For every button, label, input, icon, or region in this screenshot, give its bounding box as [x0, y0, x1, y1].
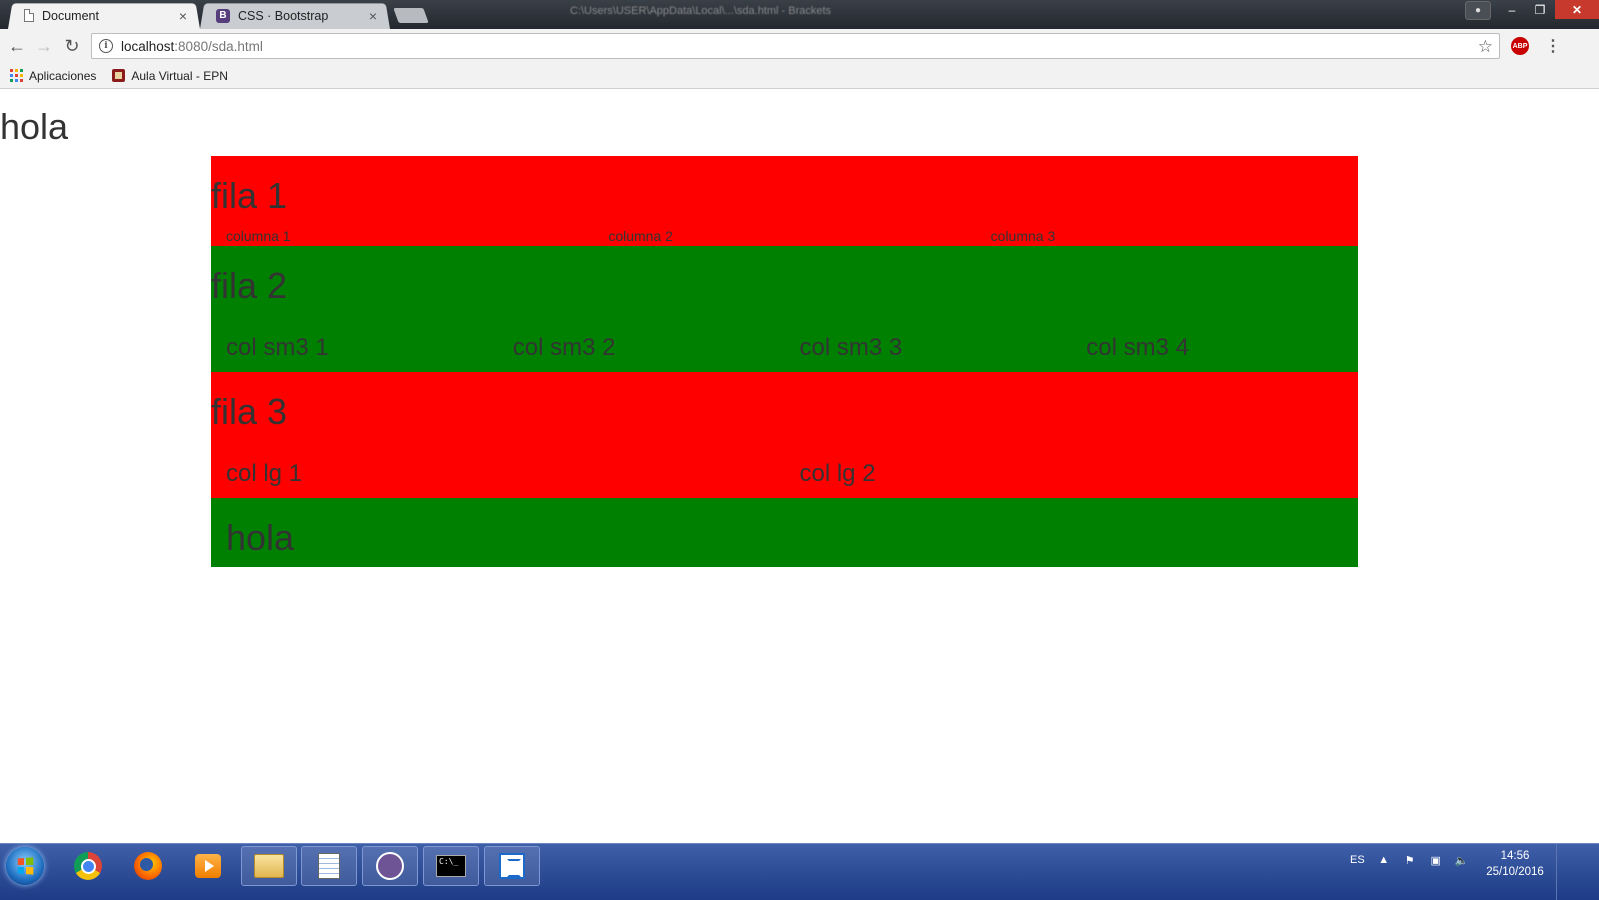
tab-css-bootstrap[interactable]: B CSS · Bootstrap × — [200, 2, 390, 30]
clock-date: 25/10/2016 — [1486, 866, 1544, 878]
row-title: fila 3 — [211, 390, 288, 432]
volume-muted-icon[interactable]: 🔈 — [1455, 854, 1469, 867]
file-explorer-icon — [254, 854, 284, 878]
network-icon[interactable]: ▣ — [1429, 854, 1443, 867]
column-cell: col sm3 3 — [799, 334, 903, 362]
column-cell: columna 1 — [226, 227, 291, 244]
page-viewport: hola fila 1 columna 1 columna 2 columna … — [0, 89, 1599, 840]
bookmark-aplicaciones[interactable]: Aplicaciones — [10, 69, 96, 83]
menu-icon[interactable]: ⋮ — [1545, 36, 1561, 56]
taskbar-chrome[interactable] — [60, 846, 116, 886]
apps-icon — [10, 69, 23, 82]
epn-icon — [112, 69, 126, 82]
taskbar-notepad[interactable] — [301, 846, 357, 886]
windows-taskbar: C:\_ ES ▲ ⚑ ▣ 🔈 14:56 25/10/2016 — [0, 843, 1599, 900]
taskbar-brackets[interactable] — [484, 846, 540, 886]
bookmarks-bar: Aplicaciones Aula Virtual - EPN — [0, 63, 1599, 89]
column-cell: col lg 2 — [799, 460, 876, 488]
taskbar-firefox[interactable] — [120, 846, 176, 886]
bootstrap-container: fila 1 columna 1 columna 2 columna 3 fil… — [211, 156, 1358, 568]
bookmark-aula-virtual[interactable]: Aula Virtual - EPN — [112, 69, 228, 83]
show-hidden-icons-icon[interactable]: ▲ — [1377, 854, 1391, 866]
windows-logo-icon — [17, 857, 34, 875]
tab-close-icon[interactable]: × — [176, 8, 190, 24]
page-icon — [24, 9, 34, 22]
minimize-button[interactable]: – — [1499, 0, 1525, 19]
bookmark-star-icon[interactable]: ☆ — [1478, 37, 1493, 57]
clock[interactable]: 14:56 25/10/2016 — [1482, 848, 1548, 880]
row-fila-2: fila 2 col sm3 1 col sm3 2 col sm3 3 col… — [211, 245, 1358, 372]
taskbar-github[interactable] — [362, 846, 418, 886]
taskbar-file-explorer[interactable] — [241, 846, 297, 886]
row-title: fila 1 — [211, 175, 288, 216]
forward-button[interactable]: → — [34, 36, 54, 56]
row-hola: hola — [211, 497, 1358, 568]
chrome-icon — [74, 852, 102, 880]
column-cell: col sm3 2 — [512, 334, 616, 362]
row-fila-3: fila 3 col lg 1 col lg 2 — [211, 371, 1358, 498]
close-button[interactable]: ✕ — [1555, 0, 1599, 19]
bookmark-label: Aplicaciones — [29, 68, 97, 83]
profile-icon[interactable]: ● — [1465, 1, 1491, 20]
info-icon[interactable]: i — [99, 39, 113, 53]
show-desktop-button[interactable] — [1556, 844, 1599, 900]
column-cell: columna 2 — [608, 227, 673, 244]
restore-button[interactable]: ❐ — [1527, 0, 1553, 19]
window-titlebar: Document × B CSS · Bootstrap × C:\Users\… — [0, 0, 1599, 30]
start-button[interactable] — [6, 847, 44, 885]
reload-button[interactable]: ↻ — [62, 36, 82, 56]
column-cell: hola — [226, 516, 295, 558]
cmd-icon: C:\_ — [436, 855, 466, 877]
notepad-icon — [318, 853, 340, 879]
tab-document[interactable]: Document × — [8, 2, 200, 30]
github-icon — [376, 852, 404, 880]
tab-label: Document — [42, 8, 99, 23]
bootstrap-icon: B — [216, 8, 230, 23]
address-bar[interactable]: i localhost:8080/sda.html ☆ — [91, 33, 1500, 59]
adblock-icon[interactable]: ABP — [1511, 37, 1529, 55]
row-title: fila 2 — [211, 264, 288, 306]
row-fila-1: fila 1 columna 1 columna 2 columna 3 — [211, 156, 1358, 246]
new-tab-button[interactable] — [393, 8, 429, 23]
browser-toolbar: ← → ↻ i localhost:8080/sda.html ☆ ABP ⋮ — [0, 29, 1599, 63]
background-window-title: C:\Users\USER\AppData\Local\...\sda.html… — [570, 5, 832, 17]
column-cell: col sm3 1 — [226, 334, 329, 362]
firefox-icon — [134, 852, 162, 880]
media-player-icon — [195, 854, 221, 878]
language-indicator[interactable]: ES — [1350, 854, 1365, 866]
column-cell: columna 3 — [990, 227, 1056, 244]
tab-close-icon[interactable]: × — [366, 8, 380, 24]
back-button[interactable]: ← — [7, 36, 27, 56]
brackets-icon — [499, 853, 525, 879]
clock-time: 14:56 — [1500, 850, 1530, 862]
action-center-flag-icon[interactable]: ⚑ — [1403, 854, 1417, 867]
taskbar-cmd[interactable]: C:\_ — [423, 846, 479, 886]
tab-label: CSS · Bootstrap — [238, 8, 329, 23]
system-tray: ES ▲ ⚑ ▣ 🔈 — [1350, 854, 1469, 867]
column-cell: col lg 1 — [226, 460, 303, 488]
url-text[interactable]: localhost:8080/sda.html — [121, 39, 263, 54]
taskbar-media-player[interactable] — [180, 846, 236, 886]
page-heading: hola — [0, 106, 69, 147]
bookmark-label: Aula Virtual - EPN — [131, 68, 228, 83]
column-cell: col sm3 4 — [1086, 334, 1189, 362]
